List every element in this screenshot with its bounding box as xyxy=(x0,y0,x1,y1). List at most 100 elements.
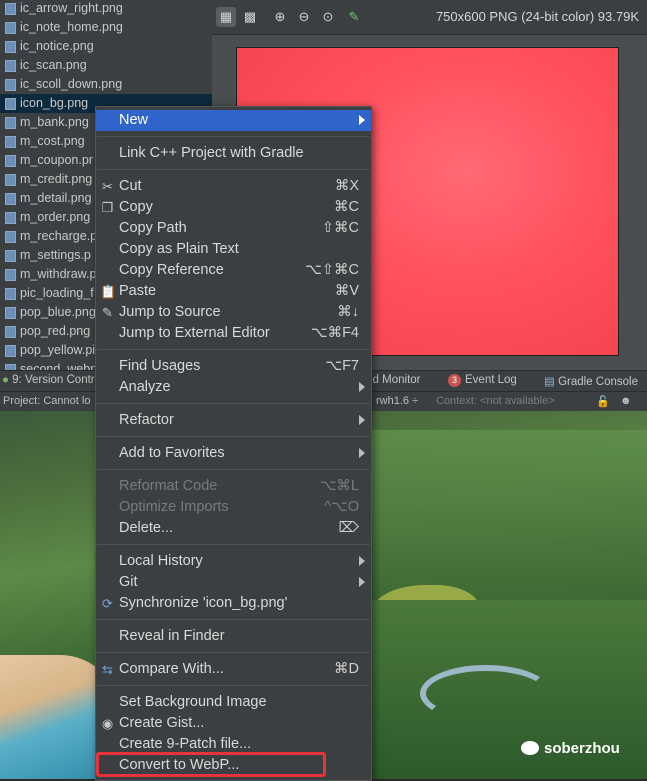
menu-item-link-cpp[interactable]: Link C++ Project with Gradle xyxy=(96,143,371,164)
file-name: m_settings.p xyxy=(20,248,91,262)
convert-webp-callout xyxy=(96,752,326,777)
lock-icon[interactable]: 🔓 xyxy=(596,395,610,408)
file-name: m_detail.png xyxy=(20,191,92,205)
paste-icon: 📋 xyxy=(100,284,117,299)
image-file-icon xyxy=(5,79,16,91)
menu-item-set-background[interactable]: Set Background Image xyxy=(96,692,371,713)
menu-item-reveal-label: Reveal in Finder xyxy=(119,628,225,644)
image-file-icon xyxy=(5,136,16,148)
event-log-tab[interactable]: 3 Event Log xyxy=(448,374,517,387)
copy-icon: ❐ xyxy=(101,200,114,215)
wallpaper-river xyxy=(420,665,552,722)
file-name: ic_notice.png xyxy=(20,39,94,53)
image-file-icon xyxy=(5,193,16,205)
grid-toggle-icon[interactable]: ▦ xyxy=(216,7,236,27)
menu-item-favorites-label: Add to Favorites xyxy=(119,445,225,461)
menu-item-cut[interactable]: ✂ Cut ⌘X xyxy=(96,176,371,197)
menu-item-copy-reference[interactable]: Copy Reference ⌥⇧⌘C xyxy=(96,260,371,281)
inspector-icon[interactable]: ☻ xyxy=(620,395,632,407)
image-file-icon xyxy=(5,41,16,53)
menu-item-set-background-label: Set Background Image xyxy=(119,694,267,710)
menu-item-local-history-label: Local History xyxy=(119,553,203,569)
monitor-tab[interactable]: id Monitor xyxy=(370,374,421,386)
menu-item-compare-label: Compare With... xyxy=(119,661,224,677)
menu-item-git[interactable]: Git xyxy=(96,572,371,593)
zoom-in-icon[interactable]: ⊕ xyxy=(270,7,290,27)
menu-item-nine-patch-label: Create 9-Patch file... xyxy=(119,736,252,752)
menu-item-jump-external-shortcut: ⌥⌘F4 xyxy=(310,325,359,341)
file-list-item[interactable]: ic_arrow_right.png xyxy=(0,0,212,18)
image-file-icon xyxy=(5,307,16,319)
file-name: icon_bg.png xyxy=(20,96,89,110)
file-list-item[interactable]: ic_scoll_down.png xyxy=(0,75,212,94)
version-control-label: 9: Version Contr xyxy=(12,374,95,386)
menu-item-jump-external-label: Jump to External Editor xyxy=(119,325,270,341)
file-name: m_bank.png xyxy=(20,115,89,129)
gradle-icon: ▤ xyxy=(544,376,555,388)
menu-item-local-history[interactable]: Local History xyxy=(96,551,371,572)
menu-item-optimize[interactable]: Optimize Imports ^⌥O xyxy=(96,497,371,518)
menu-item-compare-shortcut: ⌘D xyxy=(334,661,359,677)
menu-item-copy-plain-label: Copy as Plain Text xyxy=(119,241,239,257)
menu-item-new[interactable]: New xyxy=(96,110,371,131)
file-name: ic_arrow_right.png xyxy=(20,1,123,15)
menu-item-delete[interactable]: Delete... ⌦ xyxy=(96,518,371,539)
image-file-icon xyxy=(5,117,16,129)
chessboard-icon[interactable]: ▩ xyxy=(240,7,260,27)
sync-icon: ⟳ xyxy=(102,596,113,611)
file-name: ic_scan.png xyxy=(20,58,87,72)
image-info: 750x600 PNG (24-bit color) 93.79K xyxy=(435,9,639,24)
menu-item-paste[interactable]: 📋 Paste ⌘V xyxy=(96,281,371,302)
menu-item-cut-shortcut: ⌘X xyxy=(334,178,359,194)
file-name: m_withdraw.p xyxy=(20,267,97,281)
menu-item-find-usages[interactable]: Find Usages ⌥F7 xyxy=(96,356,371,377)
menu-item-copy-label: Copy xyxy=(119,199,153,215)
gradle-console-label: Gradle Console xyxy=(558,376,638,388)
gradle-console-tab[interactable]: ▤ Gradle Console xyxy=(544,374,638,388)
context-menu: New Link C++ Project with Gradle ✂ Cut ⌘… xyxy=(95,106,372,781)
menu-separator xyxy=(97,436,370,437)
menu-item-copy-reference-shortcut: ⌥⇧⌘C xyxy=(305,262,359,278)
watermark-text: soberzhou xyxy=(544,740,620,757)
actual-size-icon[interactable]: ⊙ xyxy=(318,7,338,27)
submenu-arrow-icon xyxy=(359,415,365,425)
git-branch-selector[interactable]: rwh1.6 ÷ xyxy=(376,395,418,407)
menu-item-analyze[interactable]: Analyze xyxy=(96,377,371,398)
menu-separator xyxy=(97,349,370,350)
menu-item-jump-source[interactable]: ✎ Jump to Source ⌘↓ xyxy=(96,302,371,323)
menu-item-copy-path[interactable]: Copy Path ⇧⌘C xyxy=(96,218,371,239)
menu-item-reveal[interactable]: Reveal in Finder xyxy=(96,626,371,647)
context-indicator: Context: <not available> xyxy=(436,395,555,407)
menu-item-favorites[interactable]: Add to Favorites xyxy=(96,443,371,464)
file-name: ic_scoll_down.png xyxy=(20,77,123,91)
menu-item-create-gist[interactable]: ◉ Create Gist... xyxy=(96,713,371,734)
image-file-icon xyxy=(5,3,16,15)
event-log-count: 3 xyxy=(448,374,461,387)
file-name: ic_note_home.png xyxy=(20,20,123,34)
menu-item-paste-shortcut: ⌘V xyxy=(334,283,359,299)
zoom-out-icon[interactable]: ⊖ xyxy=(294,7,314,27)
menu-item-git-label: Git xyxy=(119,574,138,590)
menu-item-reformat-shortcut: ⌥⌘L xyxy=(319,478,359,494)
file-name: pop_blue.png xyxy=(20,305,96,319)
menu-item-copy-plain[interactable]: Copy as Plain Text xyxy=(96,239,371,260)
menu-item-refactor[interactable]: Refactor xyxy=(96,410,371,431)
menu-item-jump-external[interactable]: Jump to External Editor ⌥⌘F4 xyxy=(96,323,371,344)
compare-icon: ⇆ xyxy=(102,662,113,677)
menu-item-compare[interactable]: ⇆ Compare With... ⌘D xyxy=(96,659,371,680)
file-list-item[interactable]: ic_note_home.png xyxy=(0,18,212,37)
version-control-tab[interactable]: ● 9: Version Contr xyxy=(2,374,95,386)
menu-item-synchronize[interactable]: ⟳ Synchronize 'icon_bg.png' xyxy=(96,593,371,614)
menu-separator xyxy=(97,403,370,404)
menu-item-jump-source-label: Jump to Source xyxy=(119,304,221,320)
edit-pencil-icon: ✎ xyxy=(102,305,113,320)
submenu-arrow-icon xyxy=(359,115,365,125)
image-file-icon xyxy=(5,345,16,357)
submenu-arrow-icon xyxy=(359,577,365,587)
event-log-label: Event Log xyxy=(465,374,517,386)
color-picker-icon[interactable]: ✎ xyxy=(344,7,364,27)
file-list-item[interactable]: ic_scan.png xyxy=(0,56,212,75)
file-list-item[interactable]: ic_notice.png xyxy=(0,37,212,56)
menu-item-reformat[interactable]: Reformat Code ⌥⌘L xyxy=(96,476,371,497)
menu-item-copy[interactable]: ❐ Copy ⌘C xyxy=(96,197,371,218)
